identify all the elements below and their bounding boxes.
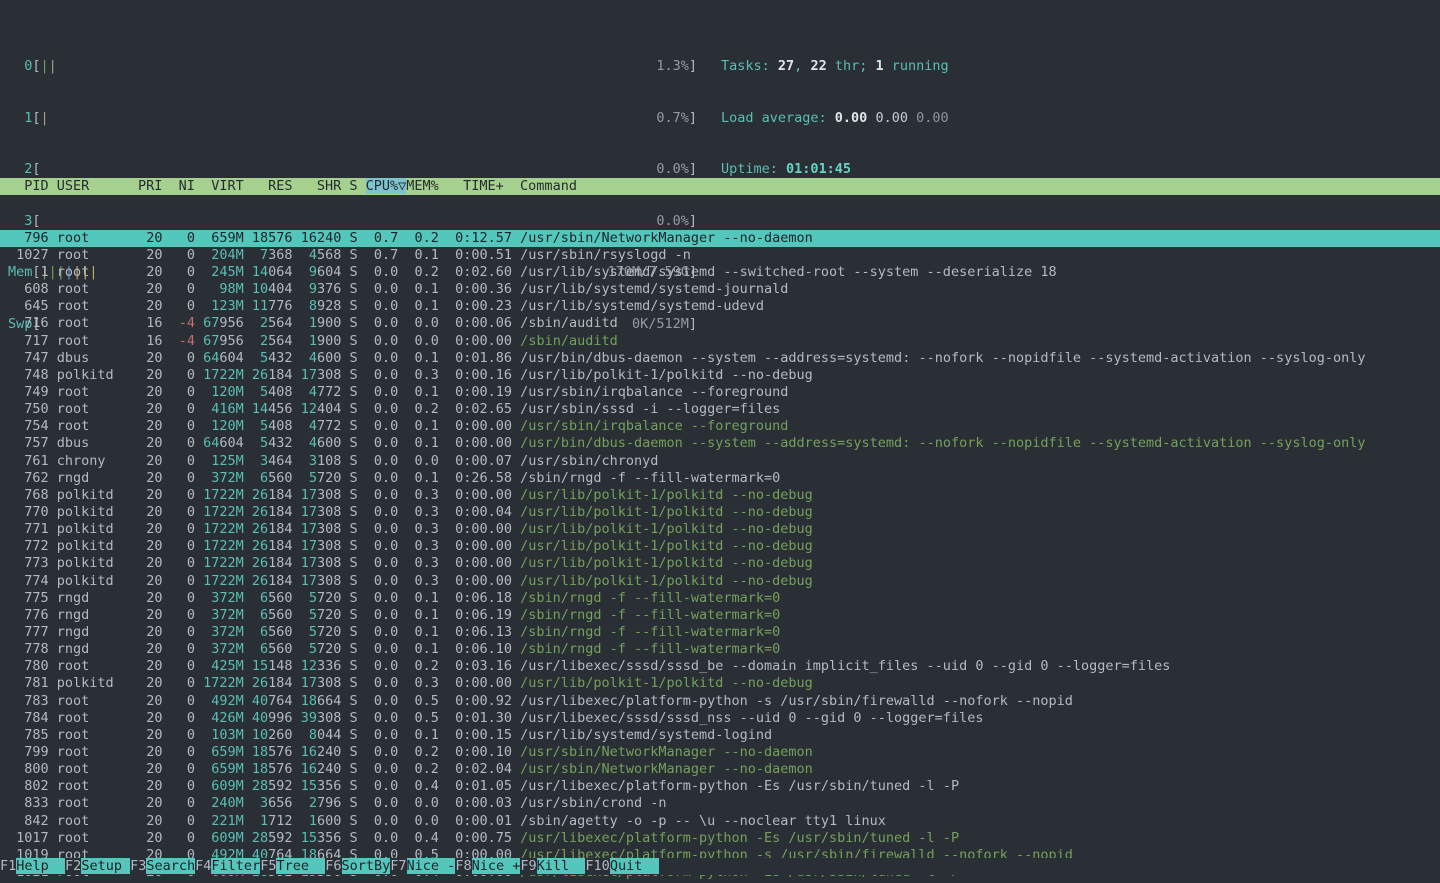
process-row-778[interactable]: 778 rngd 20 0 372M 6560 5720 S 0.0 0.1 0… — [0, 641, 1440, 658]
fnkey-key[interactable]: F5 — [260, 858, 276, 874]
process-row-747[interactable]: 747 dbus 20 0 64604 5432 4600 S 0.0 0.1 … — [0, 350, 1440, 367]
process-rows: 796 root 20 0 659M 18576 16240 S 0.7 0.2… — [0, 230, 1440, 883]
process-row-750[interactable]: 750 root 20 0 416M 14456 12404 S 0.0 0.2… — [0, 401, 1440, 418]
column-header-row[interactable]: PID USER PRI NI VIRT RES SHR S CPU%▽MEM%… — [0, 178, 1440, 195]
fnkey-quit[interactable]: F10Quit — [585, 858, 658, 874]
process-row-771[interactable]: 771 polkitd 20 0 1722M 26184 17308 S 0.0… — [0, 521, 1440, 538]
process-row-1[interactable]: 1 root 20 0 245M 14064 9604 S 0.0 0.2 0:… — [0, 264, 1440, 281]
fnkey-key[interactable]: F1 — [0, 858, 16, 874]
process-row-770[interactable]: 770 polkitd 20 0 1722M 26184 17308 S 0.0… — [0, 504, 1440, 521]
fnkey-key[interactable]: F4 — [195, 858, 211, 874]
process-row-800[interactable]: 800 root 20 0 659M 18576 16240 S 0.0 0.2… — [0, 761, 1440, 778]
fnkey-label[interactable]: Kill — [537, 858, 586, 874]
process-row-768[interactable]: 768 polkitd 20 0 1722M 26184 17308 S 0.0… — [0, 487, 1440, 504]
meter-value: 1.3% — [656, 58, 689, 75]
fnkey-search[interactable]: F3Search — [130, 858, 195, 874]
fnkey-label[interactable]: Setup — [81, 858, 130, 874]
process-row-784[interactable]: 784 root 20 0 426M 40996 39308 S 0.0 0.5… — [0, 710, 1440, 727]
load-average-line: Load average: 0.00 0.00 0.00 — [721, 110, 949, 127]
fnkey-label[interactable]: Tree — [276, 858, 325, 874]
load-15min: 0.00 — [916, 110, 949, 126]
column-headers-right[interactable]: MEM% TIME+ Command — [406, 178, 577, 194]
tasks-count: 27 — [778, 58, 794, 74]
process-row-777[interactable]: 777 rngd 20 0 372M 6560 5720 S 0.0 0.1 0… — [0, 624, 1440, 641]
process-row-773[interactable]: 773 polkitd 20 0 1722M 26184 17308 S 0.0… — [0, 555, 1440, 572]
fnkey-label[interactable]: Nice + — [472, 858, 521, 874]
process-row-774[interactable]: 774 polkitd 20 0 1722M 26184 17308 S 0.0… — [0, 573, 1440, 590]
fnkey-setup[interactable]: F2Setup — [65, 858, 130, 874]
cpu-meter-0: 0[||1.3%] — [8, 58, 697, 75]
process-row-833[interactable]: 833 root 20 0 240M 3656 2796 S 0.0 0.0 0… — [0, 795, 1440, 812]
htop-terminal: 0[||1.3%] 1[|0.7%] 2[0.0%] 3[0.0%] Mem[|… — [0, 0, 1440, 883]
fnkey-sortby[interactable]: F6SortBy — [325, 858, 390, 874]
process-row-802[interactable]: 802 root 20 0 609M 28592 15356 S 0.0 0.4… — [0, 778, 1440, 795]
fnkey-label[interactable]: Quit — [610, 858, 659, 874]
fnkey-label[interactable]: Filter — [211, 858, 260, 874]
process-row-785[interactable]: 785 root 20 0 103M 10260 8044 S 0.0 0.1 … — [0, 727, 1440, 744]
process-row-772[interactable]: 772 polkitd 20 0 1722M 26184 17308 S 0.0… — [0, 538, 1440, 555]
fnkey-label[interactable]: SortBy — [342, 858, 391, 874]
process-row-781[interactable]: 781 polkitd 20 0 1722M 26184 17308 S 0.0… — [0, 675, 1440, 692]
tasks-line: Tasks: 27, 22 thr; 1 running — [721, 58, 949, 75]
load-label: Load average: — [721, 110, 835, 126]
meter-value: 0.7% — [656, 110, 689, 127]
threads-count: 22 — [810, 58, 826, 74]
fnkey-label[interactable]: Search — [146, 858, 195, 874]
fnkey-key[interactable]: F10 — [585, 858, 609, 874]
fnkey-filter[interactable]: F4Filter — [195, 858, 260, 874]
fnkey-label[interactable]: Help — [16, 858, 65, 874]
process-row-776[interactable]: 776 rngd 20 0 372M 6560 5720 S 0.0 0.1 0… — [0, 607, 1440, 624]
process-row-842[interactable]: 842 root 20 0 221M 1712 1600 S 0.0 0.0 0… — [0, 813, 1440, 830]
cpu-meter-1: 1[|0.7%] — [8, 110, 697, 127]
process-table: PID USER PRI NI VIRT RES SHR S CPU%▽MEM%… — [0, 144, 1440, 883]
fnkey-tree[interactable]: F5Tree — [260, 858, 325, 874]
column-headers[interactable]: PID USER PRI NI VIRT RES SHR S — [8, 178, 366, 194]
fnkey-help[interactable]: F1Help — [0, 858, 65, 874]
process-row-645[interactable]: 645 root 20 0 123M 11776 8928 S 0.0 0.1 … — [0, 298, 1440, 315]
process-row-608[interactable]: 608 root 20 0 98M 10404 9376 S 0.0 0.1 0… — [0, 281, 1440, 298]
fnkey-key[interactable]: F2 — [65, 858, 81, 874]
process-row-1017[interactable]: 1017 root 20 0 609M 28592 15356 S 0.0 0.… — [0, 830, 1440, 847]
fnkey-nice-[interactable]: F8Nice + — [455, 858, 520, 874]
process-row-757[interactable]: 757 dbus 20 0 64604 5432 4600 S 0.0 0.1 … — [0, 435, 1440, 452]
function-key-bar: F1Help F2Setup F3SearchF4FilterF5Tree F6… — [0, 858, 1440, 875]
load-1min: 0.00 — [835, 110, 868, 126]
running-count: 1 — [875, 58, 883, 74]
fnkey-key[interactable]: F9 — [520, 858, 536, 874]
process-row-780[interactable]: 780 root 20 0 425M 15148 12336 S 0.0 0.2… — [0, 658, 1440, 675]
process-row-799[interactable]: 799 root 20 0 659M 18576 16240 S 0.0 0.2… — [0, 744, 1440, 761]
process-row-796[interactable]: 796 root 20 0 659M 18576 16240 S 0.7 0.2… — [0, 230, 1440, 247]
fnkey-key[interactable]: F8 — [455, 858, 471, 874]
fnkey-label[interactable]: Nice - — [407, 858, 456, 874]
process-row-1027[interactable]: 1027 root 20 0 204M 7368 4568 S 0.7 0.1 … — [0, 247, 1440, 264]
load-5min: 0.00 — [875, 110, 908, 126]
process-row-716[interactable]: 716 root 16 -4 67956 2564 1900 S 0.0 0.0… — [0, 315, 1440, 332]
fnkey-key[interactable]: F3 — [130, 858, 146, 874]
fnkey-key[interactable]: F6 — [325, 858, 341, 874]
fnkey-key[interactable]: F7 — [390, 858, 406, 874]
sort-column-header-cpu[interactable]: CPU%▽ — [366, 178, 407, 194]
tasks-label: Tasks: — [721, 58, 778, 74]
process-row-754[interactable]: 754 root 20 0 120M 5408 4772 S 0.0 0.1 0… — [0, 418, 1440, 435]
process-row-748[interactable]: 748 polkitd 20 0 1722M 26184 17308 S 0.0… — [0, 367, 1440, 384]
process-row-762[interactable]: 762 rngd 20 0 372M 6560 5720 S 0.0 0.1 0… — [0, 470, 1440, 487]
fnkey-kill[interactable]: F9Kill — [520, 858, 585, 874]
process-row-717[interactable]: 717 root 16 -4 67956 2564 1900 S 0.0 0.0… — [0, 333, 1440, 350]
process-row-783[interactable]: 783 root 20 0 492M 40764 18664 S 0.0 0.5… — [0, 693, 1440, 710]
process-row-761[interactable]: 761 chrony 20 0 125M 3464 3108 S 0.0 0.0… — [0, 453, 1440, 470]
fnkey-nice-[interactable]: F7Nice - — [390, 858, 455, 874]
process-row-749[interactable]: 749 root 20 0 120M 5408 4772 S 0.0 0.1 0… — [0, 384, 1440, 401]
process-row-775[interactable]: 775 rngd 20 0 372M 6560 5720 S 0.0 0.1 0… — [0, 590, 1440, 607]
